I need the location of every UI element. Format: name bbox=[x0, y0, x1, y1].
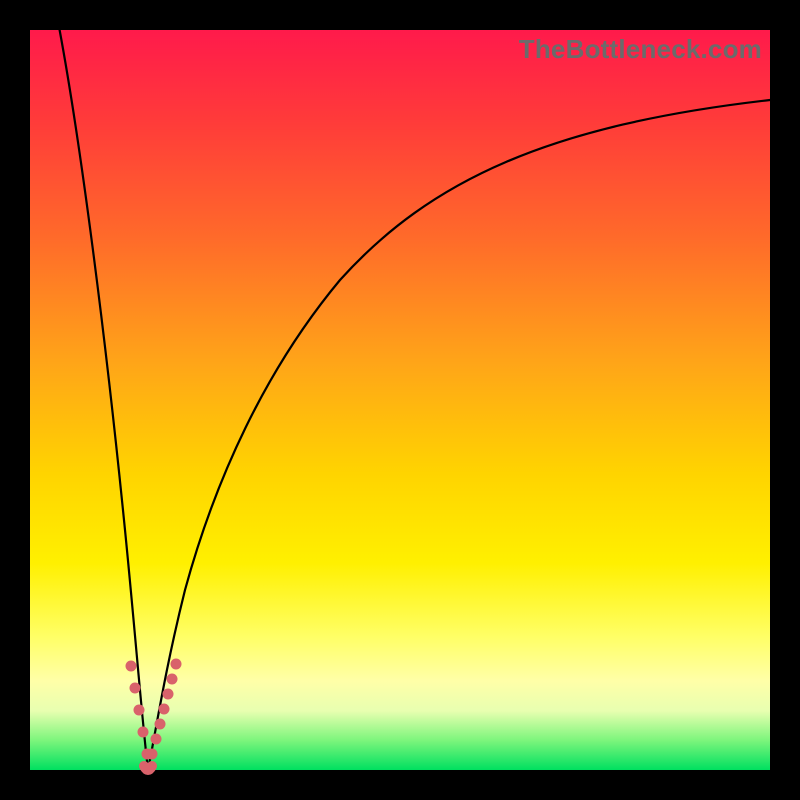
curve-left-branch bbox=[60, 30, 148, 770]
notch-cap bbox=[144, 766, 152, 770]
highlight-right-dots bbox=[152, 664, 176, 754]
chart-frame: TheBottleneck.com bbox=[0, 0, 800, 800]
curve-layer bbox=[30, 30, 770, 770]
plot-area: TheBottleneck.com bbox=[30, 30, 770, 770]
curve-right-branch bbox=[148, 100, 770, 770]
